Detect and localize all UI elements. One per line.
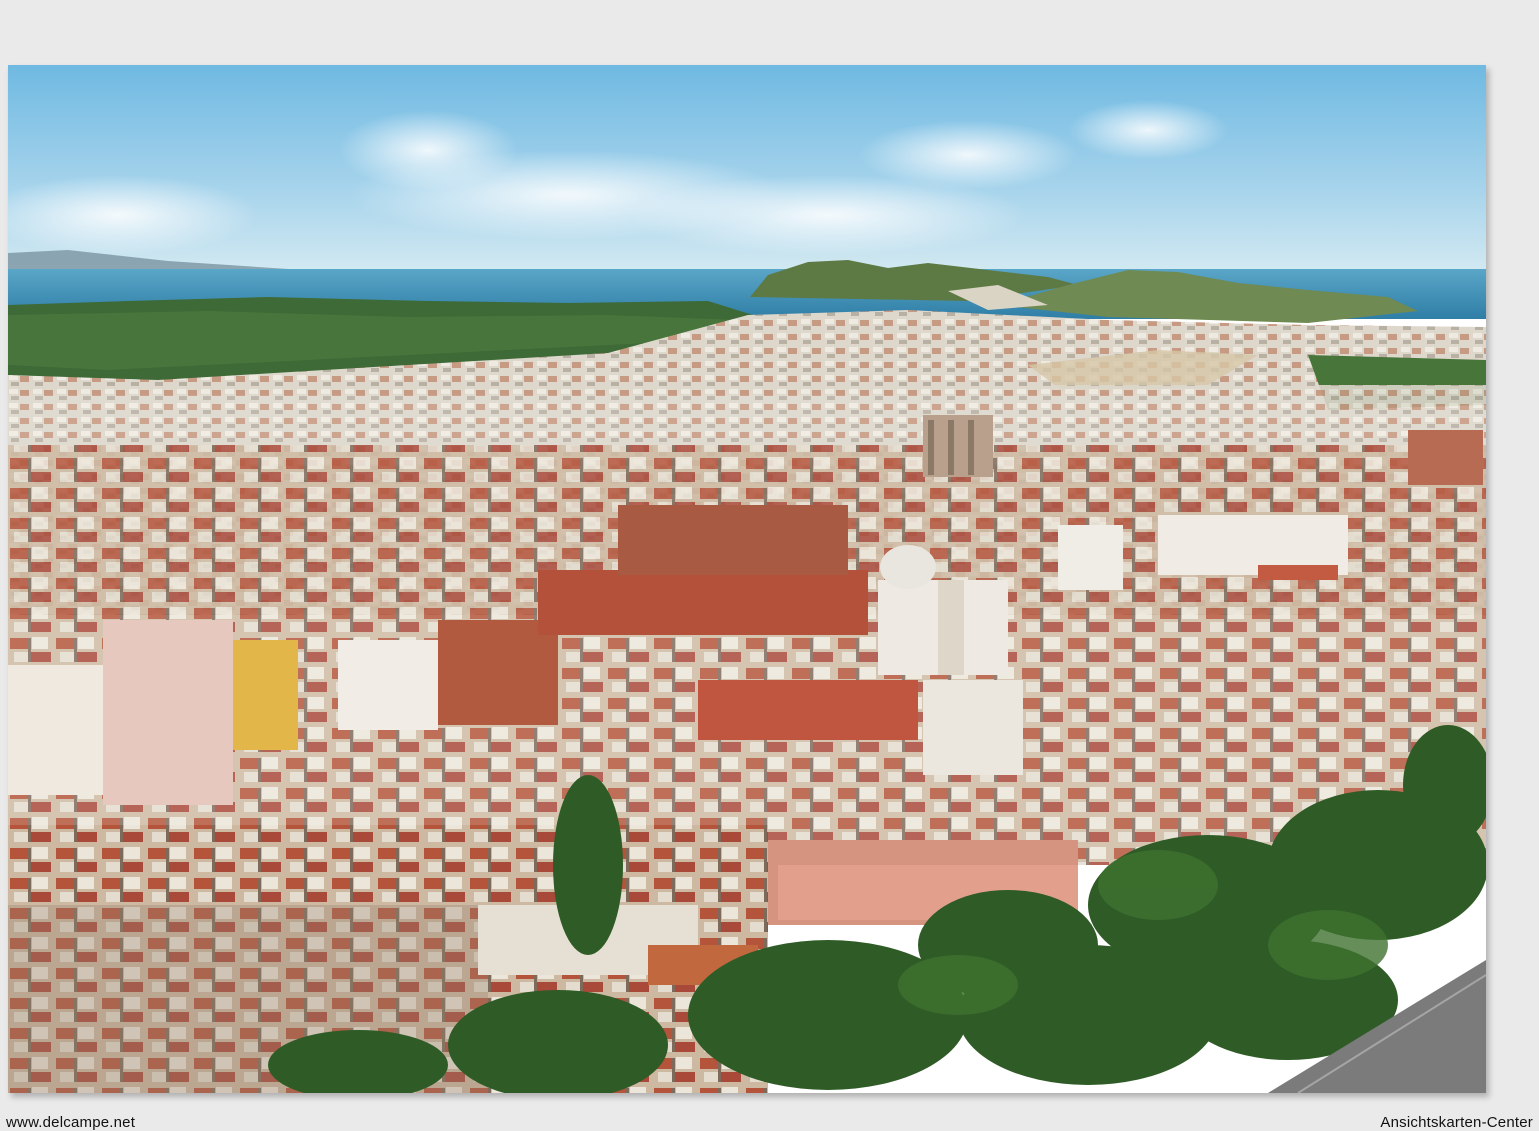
city-panorama-photo: [8, 65, 1486, 1093]
footer-watermark-right: Ansichtskarten-Center: [1380, 1114, 1533, 1131]
footer-watermark-left: www.delcampe.net: [6, 1114, 136, 1131]
page-background: www.delcampe.net Ansichtskarten-Center: [0, 0, 1539, 1131]
postcard: [8, 65, 1486, 1093]
